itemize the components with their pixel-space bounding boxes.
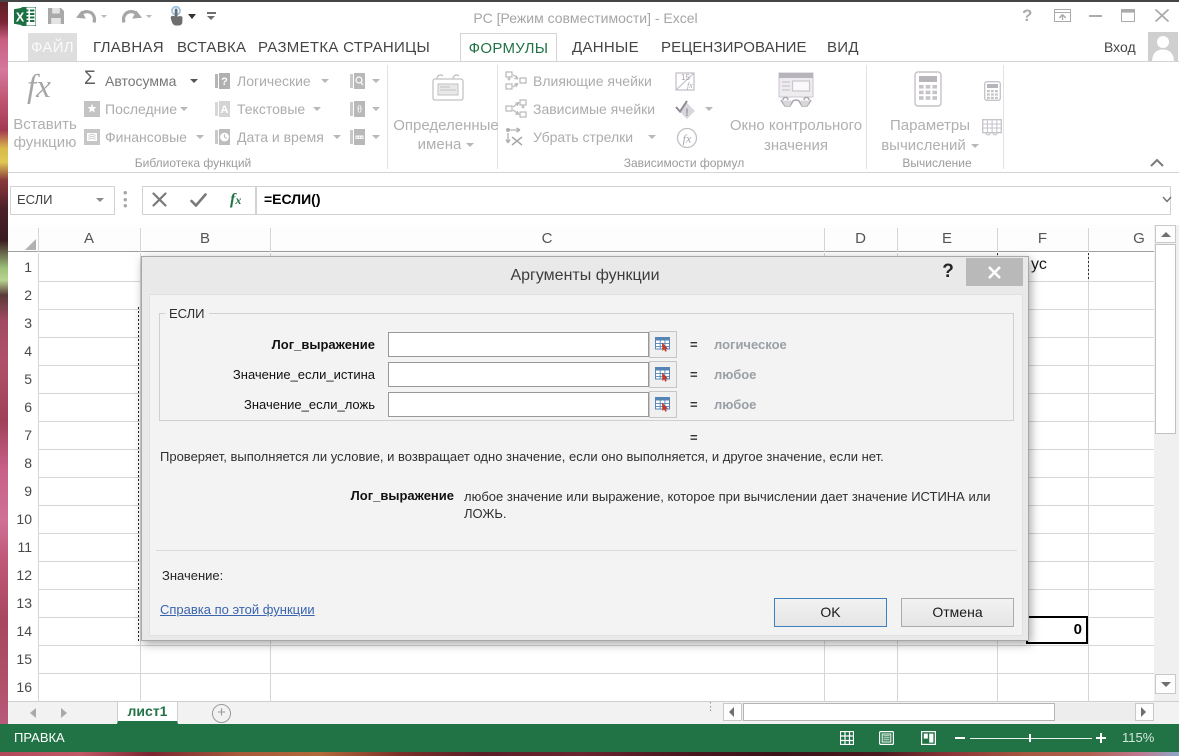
svg-text:fx: fx	[683, 132, 692, 146]
svg-text:!: !	[685, 107, 689, 119]
svg-text:X: X	[16, 11, 25, 25]
svg-text:A: A	[221, 104, 229, 116]
svg-text:θ: θ	[357, 105, 362, 116]
svg-text:?: ?	[221, 76, 228, 88]
svg-text:fx: fx	[687, 81, 693, 90]
